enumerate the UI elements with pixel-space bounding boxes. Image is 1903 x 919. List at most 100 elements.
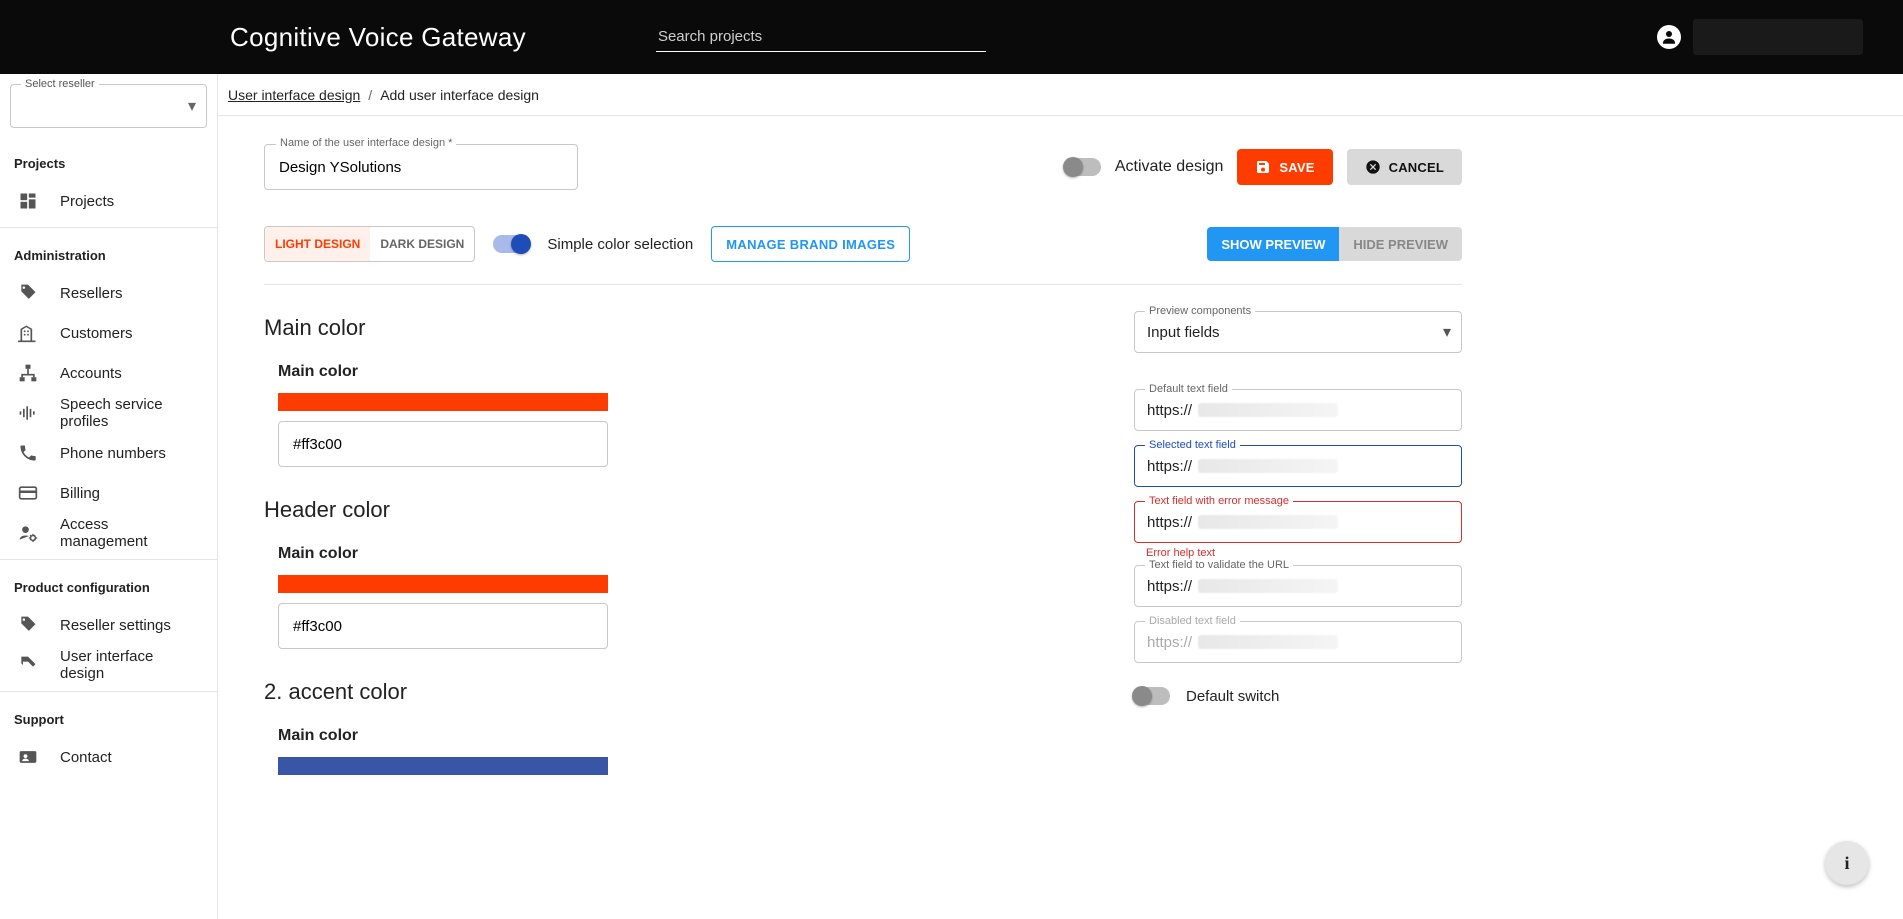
disabled-text-field-label: Disabled text field [1145,615,1240,627]
breadcrumb-root-link[interactable]: User interface design [228,87,360,103]
redacted-value [1198,579,1338,593]
header-color-swatch[interactable] [278,575,608,593]
content: Name of the user interface design * Acti… [218,116,1508,835]
url-text-field[interactable]: Text field to validate the URL https:// [1134,565,1462,607]
main-color-input[interactable] [278,421,608,467]
building-icon [18,323,38,343]
main-region: User interface design / Add user interfa… [218,74,1903,919]
accent-color-swatch[interactable] [278,757,608,775]
default-text-field-value: https:// [1147,402,1192,419]
tree-icon [18,363,38,383]
sidebar-item-label: Billing [60,485,100,502]
sub-main-color-3: Main color [278,727,1094,745]
search-input[interactable] [656,22,986,52]
design-columns: Main color Main color Header color Main … [264,311,1462,775]
url-text-field-label: Text field to validate the URL [1145,559,1293,571]
preview-column: Preview components Input fields ▾ Defaul… [1134,311,1462,775]
sub-main-color-2: Main color [278,545,1094,563]
sidebar-item-label: User interface design [60,648,199,682]
sidebar-item-label: Customers [60,325,133,342]
default-switch-row: Default switch [1134,687,1462,705]
user-avatar-icon[interactable] [1657,25,1681,49]
disabled-text-field: Disabled text field https:// [1134,621,1462,663]
section-header-color: Header color [264,497,1094,523]
default-text-field[interactable]: Default text field https:// [1134,389,1462,431]
design-name-input[interactable] [264,144,578,190]
palette-icon [18,655,38,675]
section-main-color: Main color [264,315,1094,341]
hide-preview-tab[interactable]: HIDE PREVIEW [1339,227,1462,261]
divider [0,691,217,692]
sub-main-color-1: Main color [278,363,1094,381]
sidebar-item-ui-design[interactable]: User interface design [0,645,217,685]
sidebar-item-speech[interactable]: Speech service profiles [0,393,217,433]
user-chip[interactable] [1693,19,1863,55]
redacted-value [1198,459,1338,473]
save-icon [1255,159,1271,175]
sidebar-item-resellers[interactable]: Resellers [0,273,217,313]
selected-text-field[interactable]: Selected text field https:// [1134,445,1462,487]
card-icon [18,483,38,503]
simple-color-label: Simple color selection [547,236,693,253]
chevron-down-icon: ▾ [188,96,196,116]
sidebar-item-label: Speech service profiles [60,396,199,430]
redacted-value [1198,403,1338,417]
error-help-text: Error help text [1146,547,1462,559]
reseller-select-box: Select reseller ▾ [10,84,207,128]
design-toolbar-row: LIGHT DESIGN DARK DESIGN Simple color se… [264,226,1462,285]
show-preview-tab[interactable]: SHOW PREVIEW [1207,227,1339,261]
reseller-select[interactable]: Select reseller ▾ [10,84,207,128]
preview-components-value: Input fields [1135,312,1461,352]
reseller-select-label: Select reseller [21,78,99,90]
cancel-button[interactable]: CANCEL [1347,149,1462,185]
sidebar-section-administration: Administration [0,234,217,273]
divider [0,559,217,560]
waveform-icon [18,403,38,423]
cancel-icon [1365,159,1381,175]
sidebar-item-label: Resellers [60,285,123,302]
preview-components-label: Preview components [1145,305,1255,317]
manage-brand-images-button[interactable]: MANAGE BRAND IMAGES [711,226,910,262]
sidebar-item-phone[interactable]: Phone numbers [0,433,217,473]
sidebar-item-contact[interactable]: Contact [0,737,217,777]
cancel-button-label: CANCEL [1389,160,1444,175]
sidebar-item-label: Accounts [60,365,122,382]
sidebar-item-label: Access management [60,516,199,550]
error-text-field-value: https:// [1147,514,1192,531]
tab-light-design[interactable]: LIGHT DESIGN [265,227,370,261]
sidebar-item-projects[interactable]: Projects [0,181,217,221]
disabled-text-field-value: https:// [1147,634,1192,651]
sidebar-item-accounts[interactable]: Accounts [0,353,217,393]
info-fab[interactable]: i [1825,841,1869,885]
appbar-user-area [1657,19,1863,55]
top-row: Name of the user interface design * Acti… [264,144,1462,190]
header-color-input[interactable] [278,603,608,649]
error-text-field[interactable]: Text field with error message https:// [1134,501,1462,543]
sidebar-item-reseller-settings[interactable]: Reseller settings [0,605,217,645]
selected-text-field-label: Selected text field [1145,439,1240,451]
tab-dark-design[interactable]: DARK DESIGN [370,227,474,261]
sidebar-item-billing[interactable]: Billing [0,473,217,513]
preview-components-select[interactable]: Preview components Input fields ▾ [1134,311,1462,353]
chevron-down-icon: ▾ [1443,322,1451,342]
save-button[interactable]: SAVE [1237,149,1332,185]
theme-tabs: LIGHT DESIGN DARK DESIGN [264,226,475,262]
breadcrumb-current: Add user interface design [380,87,539,103]
sidebar-section-product-config: Product configuration [0,566,217,605]
sidebar-item-customers[interactable]: Customers [0,313,217,353]
user-gear-icon [18,523,38,543]
contact-card-icon [18,747,38,767]
tag-icon [18,615,38,635]
section-accent-color: 2. accent color [264,679,1094,705]
simple-color-toggle[interactable] [493,235,529,253]
sidebar-section-support: Support [0,698,217,737]
activate-design-toggle[interactable] [1065,158,1101,176]
redacted-value [1198,635,1338,649]
main-color-swatch[interactable] [278,393,608,411]
default-switch-toggle[interactable] [1134,687,1170,705]
divider [0,227,217,228]
design-name-field: Name of the user interface design * [264,144,578,190]
search-wrap [656,22,986,52]
app-bar: Cognitive Voice Gateway [0,0,1903,74]
sidebar-item-access[interactable]: Access management [0,513,217,553]
